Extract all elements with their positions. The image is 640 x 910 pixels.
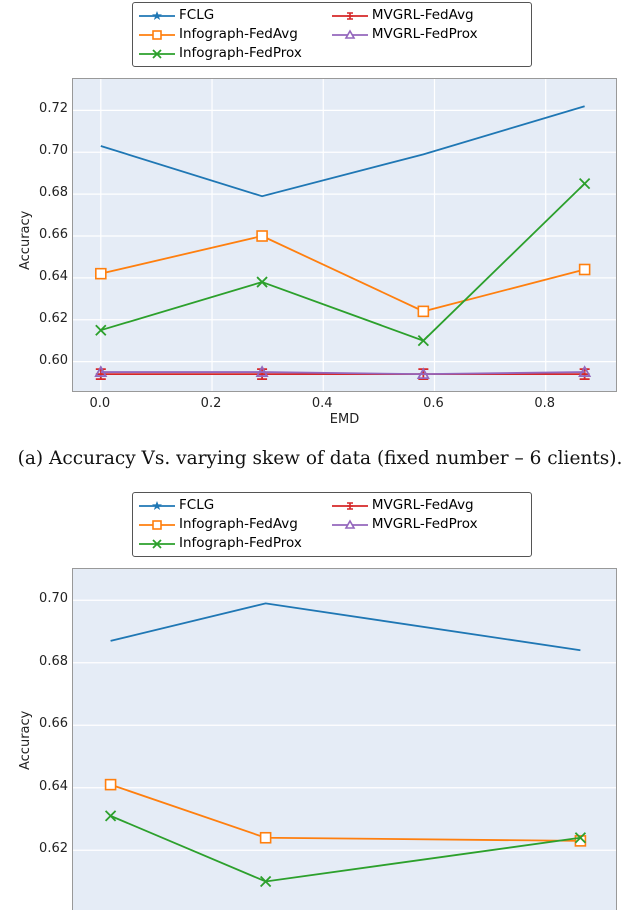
plus-icon [332,9,368,23]
x-icon [139,47,175,61]
legend-item-infavg: Infograph-FedAvg [179,25,306,44]
legend-item-fclg: FCLG [179,6,306,25]
legend-item-mvgavg: MVGRL-FedAvg [372,496,482,515]
legend-item-mvgavg: MVGRL-FedAvg [372,6,482,25]
star-icon [139,499,175,513]
xtick: 0.6 [419,396,447,411]
ytick: 0.66 [32,227,68,242]
chart-b: FCLG MVGRL-FedAvg Infograph-FedAvg MVGRL… [0,490,640,910]
star-icon [139,9,175,23]
ytick: 0.66 [32,716,68,731]
legend-item-mvgprox: MVGRL-FedProx [372,25,482,44]
legend-item-infavg: Infograph-FedAvg [179,515,306,534]
ytick: 0.62 [32,311,68,326]
ytick: 0.70 [32,143,68,158]
triangle-icon [332,28,368,42]
legend-b: FCLG MVGRL-FedAvg Infograph-FedAvg MVGRL… [132,492,532,557]
square-icon [139,28,175,42]
ylabel-b: Accuracy [18,711,33,770]
ytick: 0.64 [32,269,68,284]
ytick: 0.60 [32,353,68,368]
square-icon [139,518,175,532]
chart-a: FCLG MVGRL-FedAvg Infograph-FedAvg MVGRL… [0,0,640,445]
ytick: 0.68 [32,654,68,669]
xlabel-a: EMD [72,412,617,427]
caption-a: (a) Accuracy Vs. varying skew of data (f… [0,448,640,469]
ytick: 0.64 [32,779,68,794]
xtick: 0.8 [531,396,559,411]
xtick: 0.2 [197,396,225,411]
ytick: 0.72 [32,101,68,116]
ytick: 0.62 [32,841,68,856]
legend-table: FCLG MVGRL-FedAvg Infograph-FedAvg MVGRL… [139,496,482,553]
legend-item-infprox: Infograph-FedProx [179,534,306,553]
legend-table: FCLG MVGRL-FedAvg Infograph-FedAvg MVGRL… [139,6,482,63]
ytick: 0.68 [32,185,68,200]
plot-area-a [72,78,617,392]
xtick: 0.0 [86,396,114,411]
plus-icon [332,499,368,513]
legend-item-infprox: Infograph-FedProx [179,44,306,63]
triangle-icon [332,518,368,532]
legend-item-fclg: FCLG [179,496,306,515]
plot-area-b [72,568,617,910]
x-icon [139,537,175,551]
ytick: 0.70 [32,591,68,606]
legend-item-mvgprox: MVGRL-FedProx [372,515,482,534]
ylabel-a: Accuracy [18,211,33,270]
legend-a: FCLG MVGRL-FedAvg Infograph-FedAvg MVGRL… [132,2,532,67]
xtick: 0.4 [308,396,336,411]
